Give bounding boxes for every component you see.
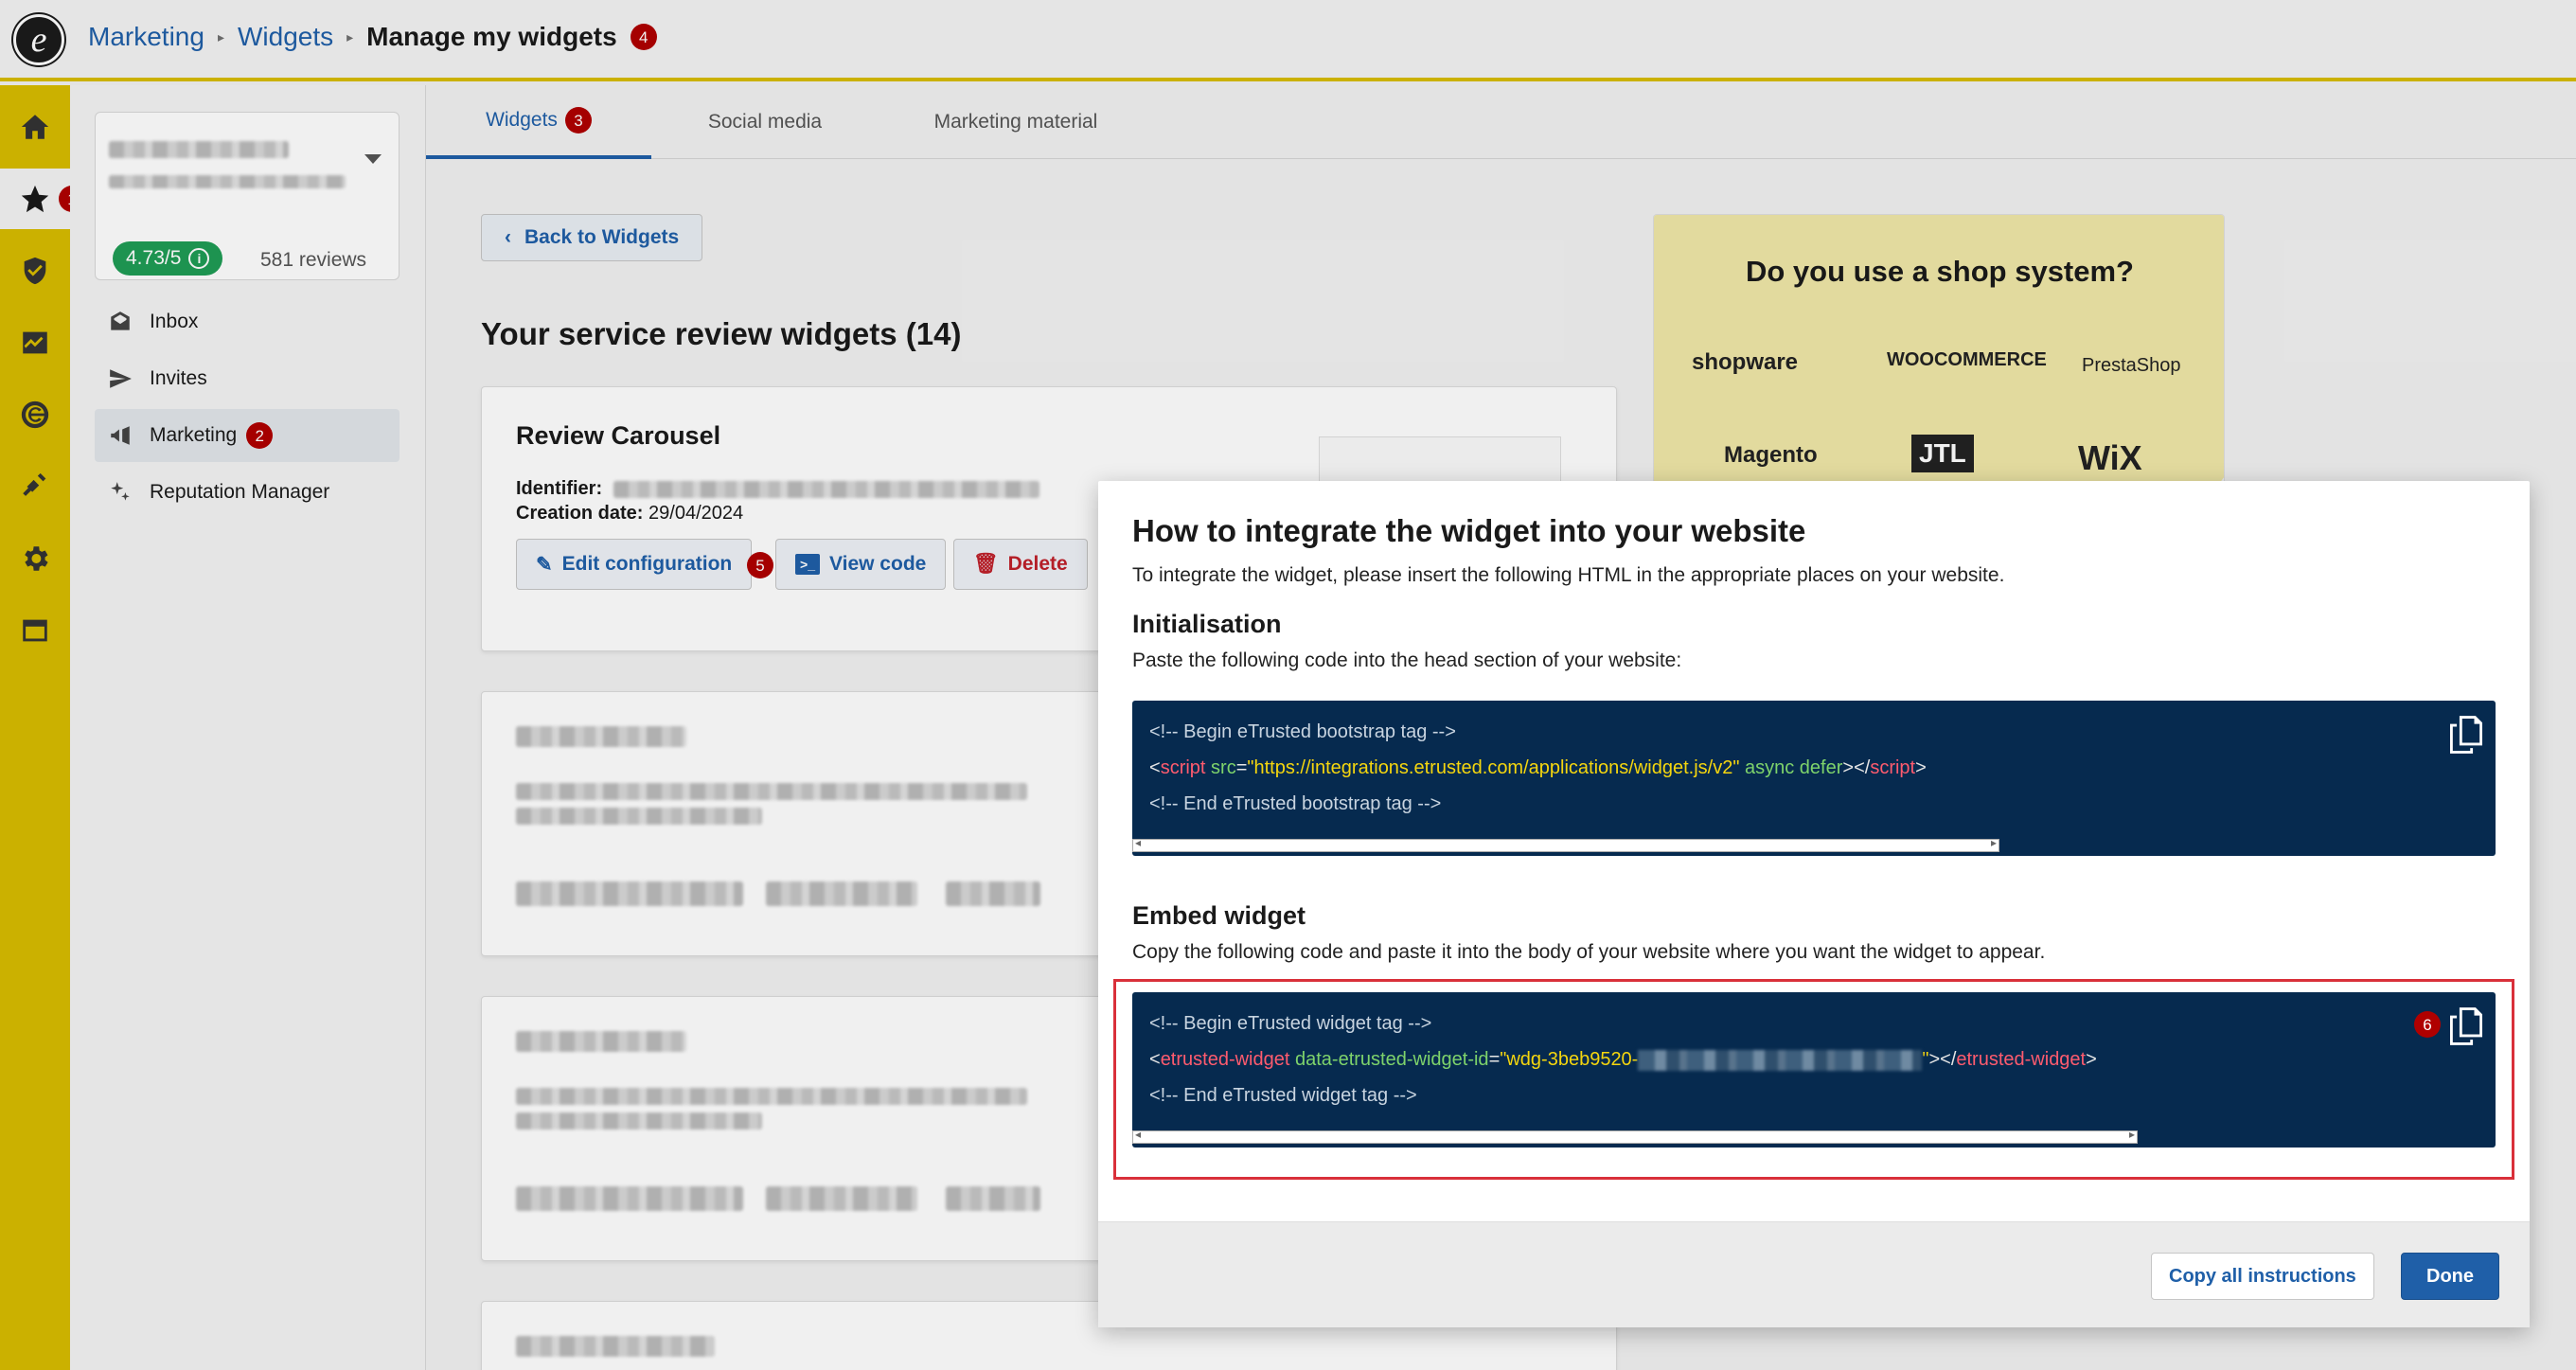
step-badge: 6 <box>2414 1011 2441 1038</box>
code-attr: src <box>1211 757 1236 778</box>
embed-widget-text: Copy the following code and paste it int… <box>1132 941 2046 963</box>
copy-icon[interactable] <box>2450 716 2482 754</box>
widget-code-block[interactable]: <!-- Begin eTrusted widget tag --> <etru… <box>1132 992 2496 1148</box>
widget-id-redacted <box>1638 1049 1923 1071</box>
bootstrap-code-block[interactable]: <!-- Begin eTrusted bootstrap tag --> <s… <box>1132 701 2496 856</box>
code-string: "https://integrations.etrusted.com/appli… <box>1247 757 1740 778</box>
code-tag: etrusted-widget <box>1956 1049 2087 1070</box>
modal-intro: To integrate the widget, please insert t… <box>1132 564 2005 586</box>
horizontal-scrollbar[interactable] <box>1132 1128 2138 1144</box>
initialisation-text: Paste the following code into the head s… <box>1132 649 1682 671</box>
copy-icon[interactable] <box>2450 1007 2482 1045</box>
copy-all-instructions-button[interactable]: Copy all instructions <box>2151 1253 2374 1300</box>
modal-footer: Copy all instructions Done <box>1098 1221 2530 1327</box>
code-comment: <!-- End eTrusted widget tag --> <box>1149 1085 1417 1106</box>
code-tag: script <box>1160 757 1206 778</box>
horizontal-scrollbar[interactable] <box>1132 836 1999 852</box>
integration-modal: How to integrate the widget into your we… <box>1098 481 2530 1327</box>
code-string: "wdg-3beb9520- <box>1500 1049 1639 1070</box>
done-button[interactable]: Done <box>2401 1253 2499 1300</box>
code-comment: <!-- Begin eTrusted widget tag --> <box>1149 1013 1432 1034</box>
code-widget-tag: <etrusted-widget data-etrusted-widget-id… <box>1149 1049 2097 1071</box>
code-attr: data-etrusted-widget-id <box>1295 1049 1489 1070</box>
embed-widget-heading: Embed widget <box>1132 901 1306 930</box>
modal-title: How to integrate the widget into your we… <box>1132 513 1806 548</box>
code-tag: etrusted-widget <box>1160 1049 1290 1070</box>
code-comment: <!-- Begin eTrusted bootstrap tag --> <box>1149 721 1456 742</box>
code-script-tag: <script src="https://integrations.etrust… <box>1149 757 1927 778</box>
code-attr: async defer <box>1745 757 1843 778</box>
initialisation-heading: Initialisation <box>1132 610 1282 638</box>
code-comment: <!-- End eTrusted bootstrap tag --> <box>1149 793 1442 814</box>
code-tag: script <box>1870 757 1916 778</box>
